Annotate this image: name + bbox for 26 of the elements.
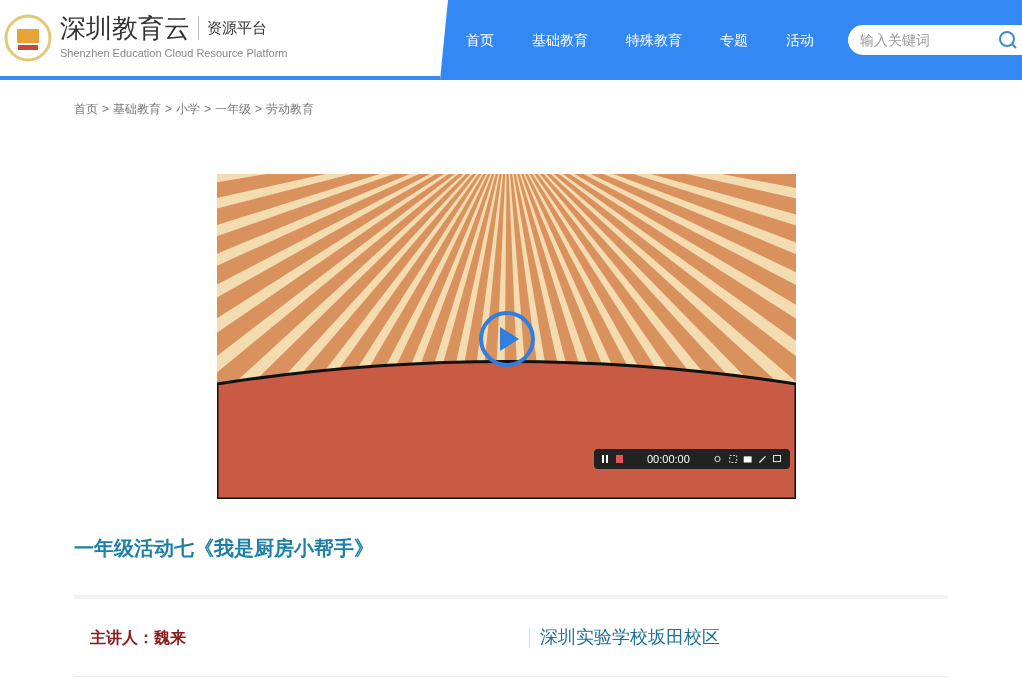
- search-field[interactable]: 输入关键词: [848, 25, 1022, 55]
- video-title: 一年级活动七《我是厨房小帮手》: [73, 536, 375, 561]
- recording-time: 00:00:00: [647, 451, 690, 467]
- breadcrumb-link[interactable]: 基础教育: [113, 100, 161, 118]
- speaker-text: 主讲人：魏来: [89, 627, 187, 648]
- nav-link[interactable]: 专题: [712, 29, 756, 51]
- breadcrumb-link[interactable]: 一年级: [215, 100, 252, 118]
- breadcrumb-link[interactable]: 首页: [74, 100, 98, 118]
- breadcrumb-separator: >: [204, 101, 212, 118]
- breadcrumb-separator: >: [255, 101, 263, 118]
- breadcrumb-separator: >: [165, 101, 173, 118]
- nav-link[interactable]: 活动: [778, 29, 822, 51]
- logo-english-text: Shenzhen Education Cloud Resource Platform: [60, 45, 288, 61]
- nav-link[interactable]: 基础教育: [524, 29, 596, 51]
- school-text: 深圳实验学校坂田校区: [539, 626, 720, 649]
- breadcrumb-separator: >: [102, 101, 109, 118]
- recorder-tools-icon[interactable]: [713, 454, 782, 464]
- logo-title: 深圳教育云: [60, 14, 190, 41]
- logo-subtitle: 资源平台: [207, 17, 267, 38]
- pause-icon[interactable]: [602, 455, 608, 463]
- breadcrumb-link[interactable]: 小学: [176, 100, 201, 118]
- search-icon[interactable]: [998, 30, 1018, 50]
- nav-link[interactable]: 首页: [458, 29, 502, 51]
- play-icon[interactable]: [478, 310, 536, 368]
- breadcrumb-link[interactable]: 劳动教育: [266, 100, 315, 118]
- nav-link[interactable]: 特殊教育: [618, 29, 690, 51]
